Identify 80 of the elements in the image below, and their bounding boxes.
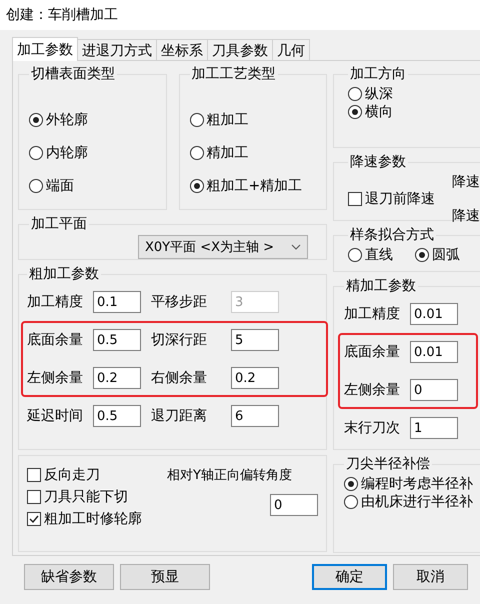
tab[interactable]: 坐标系: [156, 39, 208, 60]
text-field[interactable]: 0.01: [410, 303, 458, 325]
field-label: 末行刀次: [344, 419, 401, 437]
field-label: 退刀距离: [151, 407, 208, 425]
group-title: 精加工参数: [345, 277, 417, 295]
field-label: 右侧余量: [151, 369, 208, 387]
radio-option[interactable]: 内轮廓: [29, 144, 158, 162]
field-label: 降速: [452, 173, 480, 191]
text-field[interactable]: 0.2: [93, 367, 141, 389]
field-label: 左侧余量: [27, 369, 84, 387]
group-title: 样条拟合方式: [349, 226, 435, 244]
radio-option[interactable]: 粗加工+精加工: [190, 177, 318, 196]
group-title: 降速参数: [349, 153, 407, 171]
group-title: 切槽表面类型: [30, 65, 116, 83]
text-field[interactable]: 0.5: [93, 329, 141, 351]
dialog-button[interactable]: 确定: [312, 564, 387, 590]
tab[interactable]: 进退刀方式: [77, 39, 157, 60]
radio-option[interactable]: 编程时考虑半径补: [344, 475, 480, 493]
radio-option[interactable]: 横向: [348, 103, 480, 121]
checkbox-option[interactable]: 退刀前降速: [348, 190, 435, 208]
radio-option[interactable]: 外轮廓: [29, 110, 158, 129]
checkbox[interactable]: [27, 512, 41, 526]
dialog-button[interactable]: 缺省参数: [24, 564, 114, 590]
field-label: 降速: [452, 207, 480, 225]
field-label: 底面余量: [344, 343, 401, 361]
radio-option[interactable]: 端面: [29, 177, 158, 196]
text-field[interactable]: 0: [410, 379, 458, 401]
dialog-button[interactable]: 取消: [393, 564, 468, 590]
radio-button[interactable]: [29, 179, 43, 194]
checkbox-option[interactable]: 反向走刀: [27, 466, 167, 484]
text-field[interactable]: 0.2: [231, 367, 279, 389]
radio-button[interactable]: [344, 477, 358, 491]
text-field[interactable]: 0.1: [93, 291, 141, 313]
dialog-button[interactable]: 预显: [120, 564, 210, 590]
plane-dropdown[interactable]: X0Y平面 <X为主轴 >: [138, 235, 308, 259]
field-label: 加工精度: [27, 293, 84, 311]
radio-button[interactable]: [29, 146, 43, 160]
radio-option[interactable]: 纵深: [348, 85, 480, 103]
radio-option[interactable]: 直线: [348, 246, 393, 264]
field-label: 延迟时间: [27, 407, 84, 425]
group-title: 加工平面: [30, 215, 88, 233]
radio-option[interactable]: 粗加工: [190, 110, 318, 129]
group-title: 加工工艺类型: [190, 65, 276, 83]
radio-button[interactable]: [348, 105, 362, 119]
radio-button[interactable]: [344, 495, 358, 509]
checkbox[interactable]: [27, 468, 41, 482]
group-title: 加工方向: [349, 65, 407, 83]
tab[interactable]: 几何: [272, 39, 310, 60]
group-title: 刀尖半径补偿: [345, 455, 431, 473]
tab[interactable]: 刀具参数: [207, 39, 273, 60]
checkbox[interactable]: [27, 490, 41, 504]
text-field[interactable]: 1: [410, 417, 458, 439]
radio-button[interactable]: [190, 146, 204, 160]
radio-option[interactable]: 精加工: [190, 144, 318, 162]
window-title: 创建：车削槽加工: [0, 0, 480, 30]
group-title: 粗加工参数: [28, 265, 100, 283]
checkbox[interactable]: [348, 192, 362, 206]
radio-button[interactable]: [348, 248, 362, 262]
field-label: 相对Y轴正向偏转角度: [167, 467, 292, 484]
radio-option[interactable]: 由机床进行半径补: [344, 493, 480, 511]
radio-button[interactable]: [348, 87, 362, 101]
field-label: 切深行距: [151, 331, 208, 349]
radio-button[interactable]: [29, 112, 43, 127]
angle-field[interactable]: 0: [270, 494, 318, 516]
checkbox-option[interactable]: 刀具只能下切: [27, 488, 167, 506]
radio-button[interactable]: [415, 248, 429, 262]
text-field[interactable]: 0.5: [93, 405, 141, 427]
radio-button[interactable]: [190, 179, 204, 194]
chevron-down-icon: [291, 244, 301, 250]
text-field[interactable]: 0.01: [410, 341, 458, 363]
text-field[interactable]: 6: [231, 405, 279, 427]
field-label: 左侧余量: [344, 381, 401, 399]
field-label: 加工精度: [344, 305, 401, 323]
radio-option[interactable]: 圆弧: [415, 246, 460, 264]
field-label: 平移步距: [151, 293, 208, 311]
field-label: 底面余量: [27, 331, 84, 349]
tab[interactable]: 加工参数: [12, 37, 78, 61]
radio-button[interactable]: [190, 112, 204, 127]
text-field[interactable]: 5: [231, 329, 279, 351]
checkbox-option[interactable]: 粗加工时修轮廓: [27, 510, 167, 528]
